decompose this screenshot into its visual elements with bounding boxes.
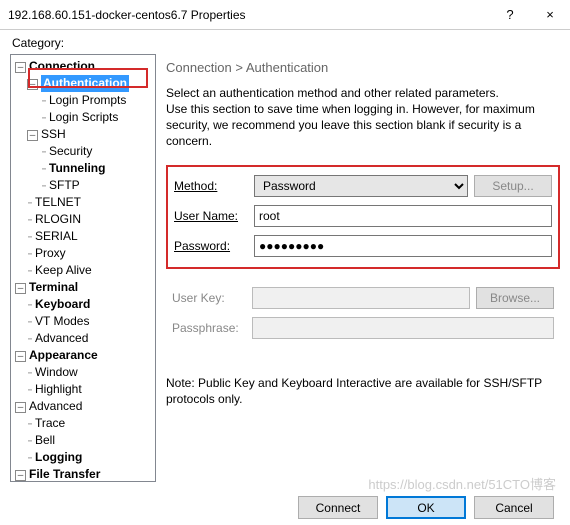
tree-serial[interactable]: SERIAL bbox=[35, 229, 78, 243]
tree-vt-modes[interactable]: VT Modes bbox=[35, 314, 89, 328]
tree-terminal[interactable]: Terminal bbox=[29, 280, 78, 294]
tree-advanced-terminal[interactable]: Advanced bbox=[35, 331, 88, 345]
collapse-icon[interactable]: – bbox=[15, 62, 26, 73]
browse-button: Browse... bbox=[476, 287, 554, 309]
tree-keep-alive[interactable]: Keep Alive bbox=[35, 263, 92, 277]
collapse-icon[interactable]: – bbox=[27, 130, 38, 141]
tree-telnet[interactable]: TELNET bbox=[35, 195, 81, 209]
collapse-icon[interactable]: – bbox=[15, 283, 26, 294]
setup-button: Setup... bbox=[474, 175, 552, 197]
tree-appearance[interactable]: Appearance bbox=[29, 348, 98, 362]
description-line1: Select an authentication method and othe… bbox=[166, 85, 560, 101]
tree-security[interactable]: Security bbox=[49, 144, 92, 158]
tree-trace[interactable]: Trace bbox=[35, 416, 65, 430]
tree-advanced[interactable]: Advanced bbox=[29, 399, 82, 413]
window-title: 192.168.60.151-docker-centos6.7 Properti… bbox=[8, 8, 246, 22]
tree-file-transfer[interactable]: File Transfer bbox=[29, 467, 100, 481]
connect-button[interactable]: Connect bbox=[298, 496, 378, 519]
password-input[interactable] bbox=[254, 235, 552, 257]
method-label: Method: bbox=[174, 179, 254, 193]
tree-proxy[interactable]: Proxy bbox=[35, 246, 66, 260]
tree-ssh[interactable]: SSH bbox=[41, 127, 66, 141]
username-input[interactable] bbox=[254, 205, 552, 227]
category-label: Category: bbox=[0, 30, 570, 54]
description-line2: Use this section to save time when loggi… bbox=[166, 101, 560, 149]
passphrase-input bbox=[252, 317, 554, 339]
tree-logging[interactable]: Logging bbox=[35, 450, 82, 464]
collapse-icon[interactable]: – bbox=[15, 470, 26, 481]
tree-sftp[interactable]: SFTP bbox=[49, 178, 80, 192]
tree-tunneling[interactable]: Tunneling bbox=[49, 161, 105, 175]
collapse-icon[interactable]: – bbox=[15, 351, 26, 362]
tree-authentication[interactable]: Authentication bbox=[41, 75, 129, 92]
tree-login-scripts[interactable]: Login Scripts bbox=[49, 110, 118, 124]
tree-bell[interactable]: Bell bbox=[35, 433, 55, 447]
userkey-label: User Key: bbox=[172, 291, 252, 305]
collapse-icon[interactable]: – bbox=[27, 79, 38, 90]
note-text: Note: Public Key and Keyboard Interactiv… bbox=[166, 375, 560, 407]
tree-rlogin[interactable]: RLOGIN bbox=[35, 212, 81, 226]
breadcrumb: Connection > Authentication bbox=[166, 60, 560, 75]
category-tree[interactable]: –Connection –Authentication ··Login Prom… bbox=[10, 54, 156, 482]
tree-connection[interactable]: Connection bbox=[29, 59, 95, 73]
auth-form-highlight: Method: Password Setup... User Name: Pas… bbox=[166, 165, 560, 269]
tree-highlight[interactable]: Highlight bbox=[35, 382, 82, 396]
tree-window[interactable]: Window bbox=[35, 365, 78, 379]
passphrase-label: Passphrase: bbox=[172, 321, 252, 335]
ok-button[interactable]: OK bbox=[386, 496, 466, 519]
method-select[interactable]: Password bbox=[254, 175, 468, 197]
cancel-button[interactable]: Cancel bbox=[474, 496, 554, 519]
help-icon[interactable]: ? bbox=[490, 0, 530, 29]
username-label: User Name: bbox=[174, 209, 254, 223]
userkey-input bbox=[252, 287, 470, 309]
close-icon[interactable]: × bbox=[530, 0, 570, 29]
tree-login-prompts[interactable]: Login Prompts bbox=[49, 93, 126, 107]
collapse-icon[interactable]: – bbox=[15, 402, 26, 413]
password-label: Password: bbox=[174, 239, 254, 253]
tree-keyboard[interactable]: Keyboard bbox=[35, 297, 90, 311]
